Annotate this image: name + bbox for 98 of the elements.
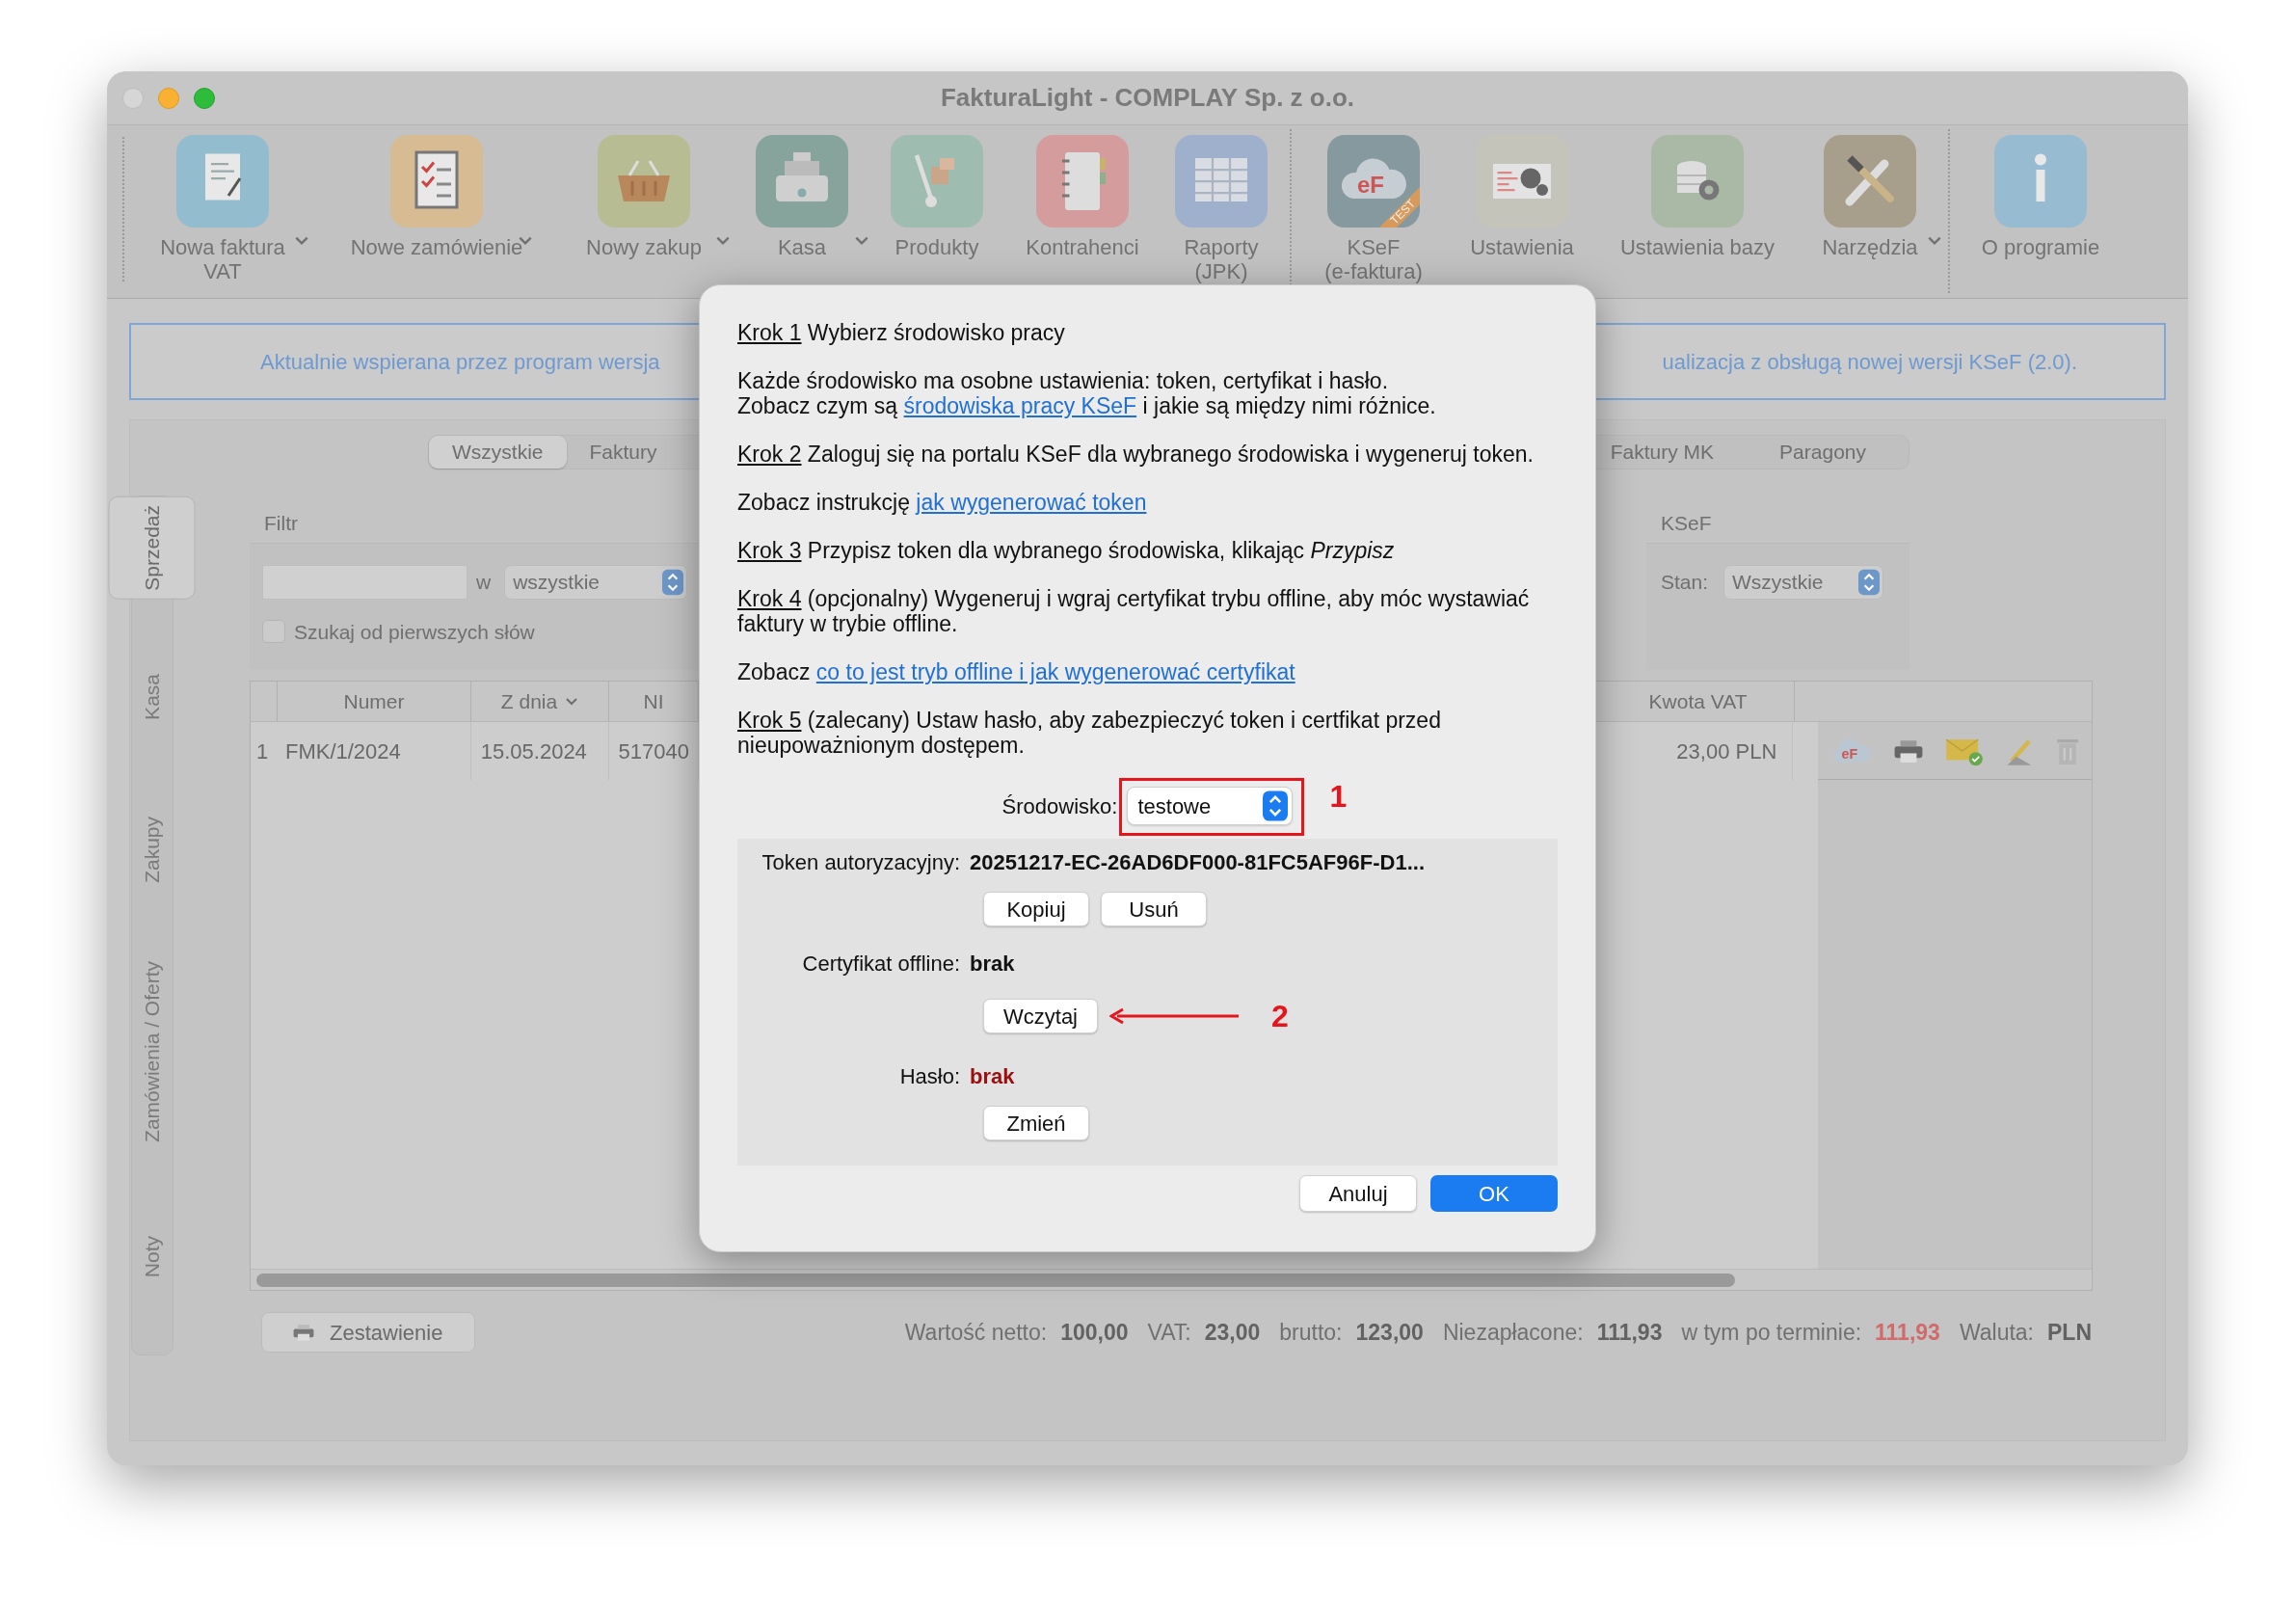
printer-icon [291, 1322, 316, 1343]
tab[interactable]: Paragony [1756, 436, 1889, 469]
cash-register-icon [756, 135, 848, 228]
tab[interactable]: Wszystkie [429, 436, 567, 469]
annotation-number: 1 [1329, 778, 1348, 816]
chevron-down-icon [294, 235, 309, 247]
scope-dropdown[interactable]: wszystkie [504, 564, 688, 600]
column-header[interactable]: Numer [278, 682, 471, 721]
side-tab[interactable]: Noty [110, 1228, 195, 1286]
button[interactable]: OK [1430, 1175, 1558, 1212]
instruction-text: Zobacz co to jest tryb offline i jak wygenerować certyfikat [737, 659, 1296, 684]
group-title: Filtr [264, 511, 299, 536]
table-icon [1175, 135, 1268, 228]
side-tab[interactable]: Zamówienia / Oferty [110, 953, 195, 1151]
field-label: Środowisko: [1001, 792, 1118, 820]
toolbar-button[interactable]: Ustawienia [1450, 125, 1594, 263]
clipboard-icon [390, 135, 483, 228]
gear-icon [1476, 135, 1568, 228]
chevron-down-icon [715, 235, 731, 247]
column-header[interactable]: Z dnia [471, 682, 609, 721]
environment-dropdown[interactable]: testowe [1127, 787, 1294, 825]
toolbar-button[interactable]: Narzędzia [1798, 125, 1942, 263]
annotation-number: 2 [1271, 998, 1289, 1035]
toolbar-button[interactable]: Raporty (JPK) [1159, 125, 1284, 287]
sort-icon [565, 696, 579, 707]
toolbar-button[interactable]: Kontrahenci [1010, 125, 1155, 263]
basket-icon [598, 135, 690, 228]
stepper-icon [1858, 568, 1881, 596]
column-header[interactable]: Kwota VAT [1602, 682, 1795, 721]
banner-text: ualizacja z obsługą nowej wersji KSeF (2.0). [1662, 348, 2077, 376]
summary-value: 111,93 [1875, 1318, 1940, 1347]
link[interactable]: środowiska pracy KSeF [903, 393, 1137, 418]
database-icon [1651, 135, 1744, 228]
window-title: FakturaLight - COMPLAY Sp. z o.o. [941, 82, 1354, 114]
field-label: Hasło: [898, 1063, 960, 1090]
banner-text: Aktualnie wspierana przez program wersja [260, 348, 660, 376]
side-tab[interactable]: Kasa [110, 665, 195, 728]
toolbar-button[interactable]: Produkty [874, 125, 1000, 263]
zoom-button[interactable] [194, 88, 215, 109]
instruction-text: Krok 1 Wybierz środowisko pracy [737, 320, 1066, 345]
summary-value: PLN [2047, 1318, 2092, 1347]
instruction-text: Zobacz instrukcję jak wygenerować token [737, 490, 1148, 515]
stepper-icon [662, 568, 684, 596]
summary-value: 123,00 [1355, 1318, 1424, 1347]
summary-value: 111,93 [1596, 1318, 1663, 1347]
chevron-down-icon [854, 235, 869, 247]
state-label: Stan: [1661, 569, 1709, 595]
icon-text: eF [1357, 172, 1384, 198]
instruction-text: Krok 3 Przypisz token dla wybranego środowiska, klikając Przypisz [737, 538, 1396, 563]
side-tab[interactable]: Zakupy [110, 808, 195, 891]
summary-label: brutto: [1279, 1318, 1343, 1347]
instruction-text: Krok 2 Zaloguj się na portalu KSeF dla wybranego środowiska i wygeneruj token. [737, 442, 1535, 467]
hand-truck-icon [891, 135, 983, 228]
button[interactable]: Anuluj [1299, 1175, 1417, 1212]
instruction-text: Krok 4 (opcjonalny) Wygeneruj i wgraj certyfikat trybu offline, aby móc wystawiać faktury w trybie offline. [737, 586, 1531, 636]
toolbar-button[interactable]: Nowa faktura VAT [136, 125, 309, 287]
toolbar-button[interactable]: Nowy zakup [557, 125, 731, 263]
chevron-down-icon [1927, 235, 1942, 247]
scope-label: w [476, 569, 492, 595]
toolbar-button[interactable]: Ustawienia bazy [1601, 125, 1794, 263]
state-dropdown[interactable]: Wszystkie [1723, 564, 1884, 600]
instruction-text: Krok 5 (zalecany) Ustaw hasło, aby zabezpieczyć token i certfikat przed nieupoważnionym dostępem. [737, 708, 1442, 758]
link[interactable]: jak wygenerować token [916, 490, 1147, 515]
summary-label: w tym po terminie: [1681, 1318, 1862, 1347]
instruction-text: Każde środowisko ma osobne ustawienia: token, certyfikat i hasło. Zobacz czym są środowiska pracy KSeF i jakie są między nimi różnice. [737, 368, 1437, 418]
horizontal-scrollbar[interactable] [251, 1269, 2092, 1290]
link[interactable]: co to jest tryb offline i jak wygenerować certyfikat [815, 659, 1295, 684]
button[interactable]: Kopiuj [983, 892, 1089, 926]
notebook-icon [1036, 135, 1129, 228]
info-icon [1994, 135, 2087, 228]
summary-value: 100,00 [1060, 1318, 1129, 1347]
group-title: KSeF [1661, 511, 1713, 536]
side-tab[interactable]: Sprzedaż [109, 496, 196, 600]
row-number: 1 [255, 737, 270, 765]
report-button[interactable]: Zestawienie [261, 1312, 475, 1353]
toolbar-button[interactable]: Nowe zamówienie [340, 125, 533, 263]
button[interactable]: Zmień [983, 1106, 1089, 1140]
field-value: 20251217-EC-26AD6DF000-81FC5AF96F-D1... [970, 849, 1425, 876]
tools-icon [1824, 135, 1916, 228]
summary-label: VAT: [1147, 1318, 1191, 1347]
stepper-icon [1263, 791, 1289, 821]
summary-value: 23,00 [1204, 1318, 1261, 1347]
close-button[interactable] [122, 88, 144, 109]
tab[interactable]: Faktury [566, 436, 681, 469]
button[interactable]: Usuń [1101, 892, 1207, 926]
summary-label: Waluta: [1959, 1318, 2034, 1347]
checkbox-label: Szukaj od pierwszych słów [294, 619, 535, 645]
field-label: Certyfikat offline: [801, 951, 960, 978]
document-icon [176, 135, 269, 228]
toolbar-button[interactable]: Kasa [734, 125, 869, 263]
summary-label: Wartość netto: [904, 1318, 1048, 1347]
summary-label: Niezapłacone: [1442, 1318, 1584, 1347]
field-value: brak [970, 951, 1015, 978]
field-value: brak [970, 1063, 1015, 1090]
button[interactable]: Wczytaj [983, 999, 1098, 1033]
minimize-button[interactable] [158, 88, 179, 109]
field-label: Token autoryzacyjny: [761, 849, 960, 876]
toolbar-button[interactable]: O programie [1954, 125, 2127, 263]
